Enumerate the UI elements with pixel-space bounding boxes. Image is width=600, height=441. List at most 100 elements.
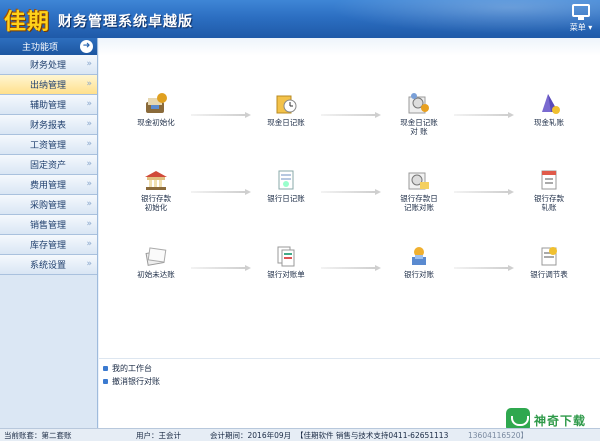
chevron-right-icon: » [86, 79, 92, 89]
node-bank-reconcile[interactable]: 银行存款日 记账对账 [384, 168, 454, 212]
cash-close-icon [536, 92, 562, 116]
sidebar-item-finance[interactable]: 财务处理 » [0, 55, 97, 75]
node-label: 初始未达账 [137, 270, 175, 279]
status-period: 会计期间：2016年09月 [210, 431, 292, 440]
status-account-set: 当前账套：第二套账 [4, 431, 72, 440]
node-bank-match[interactable]: 银行对账 [384, 244, 454, 279]
watermark-text: 神奇下载 [534, 413, 587, 428]
link-label: 我的工作台 [112, 364, 152, 373]
node-initial-outstanding[interactable]: 初始未达账 [121, 244, 191, 279]
main-panel: 现金初始化 现金日记账 现金日记账 对 账 现金轧账 银行存款 初始化 银行日记… [99, 38, 600, 428]
monitor-icon [572, 4, 590, 20]
flow-arrow [321, 112, 381, 118]
node-label: 现金轧账 [534, 118, 564, 127]
sidebar-item-reports[interactable]: 财务报表 » [0, 115, 97, 135]
sidebar: 主功能项 ➜ 财务处理 » 出纳管理 » 辅助管理 » 财务报表 » 工资管理 » 固定资… [0, 38, 98, 428]
status-vendor: 【佳期软件 销售与技术支持0411-62651113 [296, 431, 449, 440]
node-bank-journal[interactable]: 银行日记账 [251, 168, 321, 203]
sidebar-item-label: 辅助管理 [30, 101, 67, 111]
sidebar-heading[interactable]: 主功能项 ➜ [0, 38, 97, 55]
node-cash-journal[interactable]: 现金日记账 [251, 92, 321, 127]
sidebar-item-auxiliary[interactable]: 辅助管理 » [0, 95, 97, 115]
link-my-workbench[interactable]: 我的工作台 [103, 363, 152, 374]
bank-adjust-icon [536, 244, 562, 268]
sidebar-item-inventory[interactable]: 库存管理 » [0, 235, 97, 255]
sidebar-item-label: 系统设置 [30, 261, 67, 271]
initial-outstanding-icon [143, 244, 169, 268]
chevron-right-icon: » [86, 259, 92, 269]
node-cash-close[interactable]: 现金轧账 [514, 92, 584, 127]
node-label: 银行存款 轧账 [534, 194, 564, 212]
bank-close-icon [536, 168, 562, 192]
sidebar-item-label: 采购管理 [30, 201, 67, 211]
chevron-right-icon: » [86, 119, 92, 129]
node-cash-init[interactable]: 现金初始化 [121, 92, 191, 127]
chevron-right-icon: » [86, 219, 92, 229]
chevron-right-icon: » [86, 239, 92, 249]
arrow-right-icon[interactable]: ➜ [80, 40, 93, 53]
chevron-right-icon: » [86, 139, 92, 149]
node-label: 银行存款日 记账对账 [400, 194, 438, 212]
sidebar-item-label: 财务报表 [30, 121, 67, 131]
sidebar-item-label: 费用管理 [30, 181, 67, 191]
node-label: 现金初始化 [137, 118, 175, 127]
chevron-right-icon: » [86, 99, 92, 109]
sidebar-item-fixed-assets[interactable]: 固定资产 » [0, 155, 97, 175]
sidebar-item-cashier[interactable]: 出纳管理 » [0, 75, 97, 95]
bank-match-icon [406, 244, 432, 268]
node-label: 银行存款 初始化 [141, 194, 171, 212]
cash-journal-icon [273, 92, 299, 116]
bullet-icon [103, 366, 108, 371]
bank-reconcile-icon [406, 168, 432, 192]
sidebar-item-label: 销售管理 [30, 221, 67, 231]
sidebar-item-payroll[interactable]: 工资管理 » [0, 135, 97, 155]
sidebar-item-label: 库存管理 [30, 241, 67, 251]
node-bank-init[interactable]: 银行存款 初始化 [121, 168, 191, 212]
node-label: 银行对账单 [267, 270, 305, 279]
flow-arrow [454, 189, 514, 195]
flow-arrow [454, 112, 514, 118]
link-undo-bank-reconcile[interactable]: 撤消银行对账 [103, 376, 160, 387]
flow-arrow [191, 265, 251, 271]
status-bar: 当前账套：第二套账 用户：王会计 会计期间：2016年09月 【佳期软件 销售与… [0, 428, 600, 441]
node-bank-adjust[interactable]: 银行调节表 [514, 244, 584, 279]
chevron-right-icon: » [86, 59, 92, 69]
status-phone: 13604116520】 [468, 431, 528, 440]
node-bank-close[interactable]: 银行存款 轧账 [514, 168, 584, 212]
chevron-right-icon: » [86, 179, 92, 189]
chevron-right-icon: » [86, 199, 92, 209]
app-title: 财务管理系统卓越版 [58, 14, 193, 30]
bullet-icon [103, 379, 108, 384]
sidebar-item-label: 固定资产 [30, 161, 67, 171]
bank-statement-icon [273, 244, 299, 268]
title-bar: 佳期 财务管理系统卓越版 菜单 ▾ [0, 0, 600, 38]
node-label: 银行对账 [404, 270, 434, 279]
node-label: 现金日记账 对 账 [400, 118, 438, 136]
sidebar-item-purchasing[interactable]: 采购管理 » [0, 195, 97, 215]
flow-arrow [321, 265, 381, 271]
node-label: 银行调节表 [530, 270, 568, 279]
flow-arrow [191, 112, 251, 118]
sidebar-item-label: 工资管理 [30, 141, 67, 151]
cashier-flow-diagram: 现金初始化 现金日记账 现金日记账 对 账 现金轧账 银行存款 初始化 银行日记… [99, 56, 600, 374]
cash-init-icon [143, 92, 169, 116]
sidebar-item-settings[interactable]: 系统设置 » [0, 255, 97, 275]
menu-button[interactable]: 菜单 ▾ [568, 3, 594, 35]
sidebar-item-label: 出纳管理 [30, 81, 67, 91]
flow-arrow [454, 265, 514, 271]
node-cash-reconcile[interactable]: 现金日记账 对 账 [384, 92, 454, 136]
sidebar-heading-label: 主功能项 [22, 43, 59, 53]
sidebar-item-label: 财务处理 [30, 61, 67, 71]
link-label: 撤消银行对账 [112, 377, 160, 386]
flow-arrow [321, 189, 381, 195]
bank-journal-icon [273, 168, 299, 192]
flow-arrow [191, 189, 251, 195]
brand-logo: 佳期 [4, 9, 51, 35]
sidebar-item-expenses[interactable]: 费用管理 » [0, 175, 97, 195]
node-bank-statement[interactable]: 银行对账单 [251, 244, 321, 279]
sidebar-item-sales[interactable]: 销售管理 » [0, 215, 97, 235]
status-user: 用户：王会计 [136, 431, 181, 440]
node-label: 银行日记账 [267, 194, 305, 203]
menu-label: 菜单 ▾ [569, 23, 593, 32]
main-header-strip [99, 38, 600, 56]
